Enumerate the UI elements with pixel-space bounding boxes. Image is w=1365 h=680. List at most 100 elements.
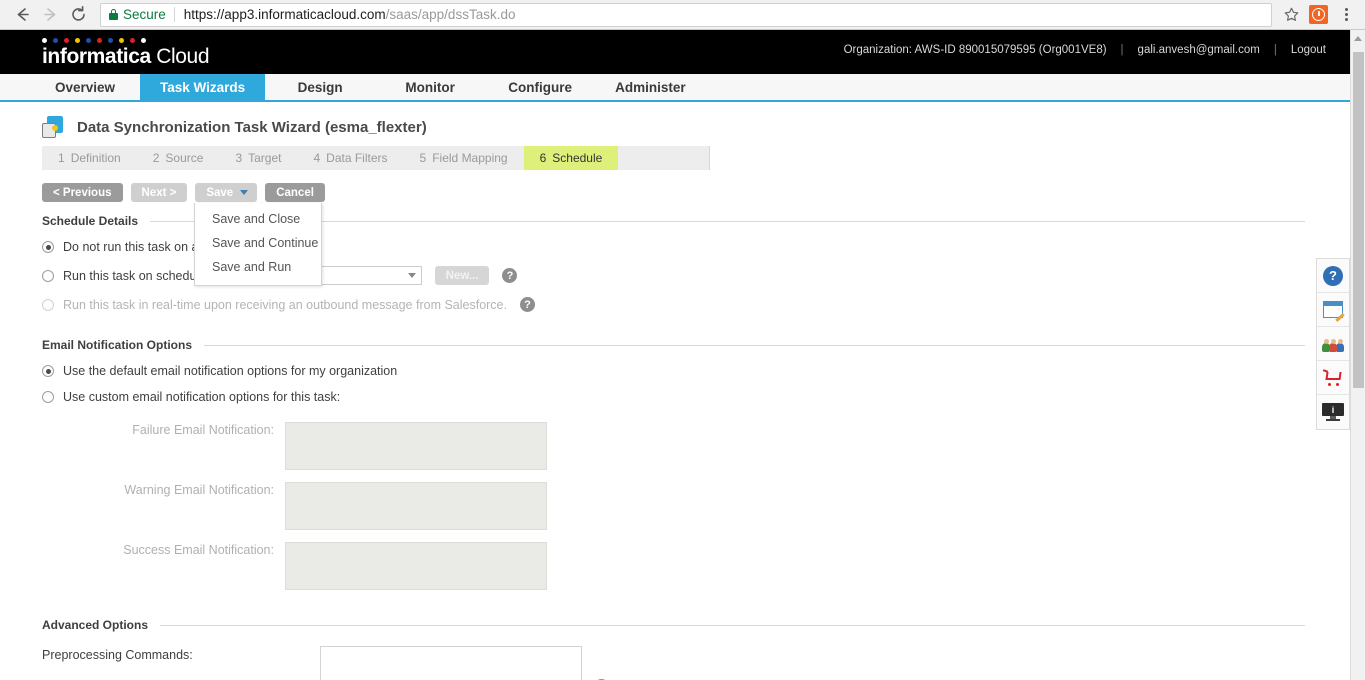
- step-number: 1: [58, 151, 65, 165]
- step-label: Data Filters: [326, 151, 388, 165]
- option-label: Run this task in real-time upon receivin…: [63, 297, 507, 312]
- option-default-email[interactable]: Use the default email notification optio…: [42, 364, 1350, 378]
- rail-item-marketplace[interactable]: [1317, 361, 1349, 395]
- rail-item-feedback[interactable]: [1317, 293, 1349, 327]
- step-label: Source: [165, 151, 204, 165]
- step-label: Target: [248, 151, 282, 165]
- help-icon: ?: [1323, 265, 1343, 286]
- monitor-screen-glyph: i: [1322, 403, 1344, 416]
- page-scrollbar[interactable]: [1350, 30, 1365, 680]
- star-icon[interactable]: [1278, 2, 1304, 28]
- step-target[interactable]: 3 Target: [219, 146, 297, 170]
- main-nav-tabs: Overview Task Wizards Design Monitor Con…: [0, 74, 1350, 102]
- advanced-options-heading: Advanced Options: [42, 618, 1305, 632]
- rail-item-community[interactable]: [1317, 327, 1349, 361]
- save-button[interactable]: Save: [195, 183, 258, 202]
- task-wizard-icon: [42, 116, 64, 138]
- help-icon[interactable]: ?: [502, 268, 518, 283]
- option-run-realtime: Run this task in real-time upon receivin…: [42, 297, 1350, 312]
- radio-custom-email[interactable]: [42, 391, 54, 403]
- failure-email-label: Failure Email Notification:: [132, 423, 274, 437]
- step-number: 2: [152, 151, 160, 165]
- section-divider: [204, 344, 1305, 346]
- option-label: Run this task on schedule:: [63, 268, 210, 283]
- step-schedule[interactable]: 6 Schedule: [523, 146, 619, 170]
- success-email-textarea: [285, 542, 547, 590]
- user-email-link[interactable]: gali.anvesh@gmail.com: [1138, 44, 1260, 56]
- header-separator-2: |: [1273, 44, 1277, 57]
- tab-configure[interactable]: Configure: [485, 74, 595, 100]
- side-tool-rail: ? i: [1316, 258, 1350, 430]
- chevron-down-icon: [407, 273, 416, 278]
- step-label: Field Mapping: [432, 151, 508, 165]
- step-label: Definition: [70, 151, 121, 165]
- step-source[interactable]: 2 Source: [137, 146, 220, 170]
- logo-sub: Cloud: [156, 44, 210, 68]
- radio-default-email[interactable]: [42, 365, 54, 377]
- section-title: Advanced Options: [42, 618, 149, 632]
- scrollbar-thumb[interactable]: [1353, 52, 1364, 388]
- rail-item-help[interactable]: ?: [1317, 259, 1349, 293]
- step-field-mapping[interactable]: 5 Field Mapping: [404, 146, 524, 170]
- option-label: Use custom email notification options fo…: [63, 390, 341, 404]
- step-label: Schedule: [552, 151, 603, 165]
- previous-button[interactable]: < Previous: [42, 183, 123, 202]
- radio-do-not-run[interactable]: [42, 241, 54, 253]
- url-host: https://app3.informaticacloud.com: [183, 7, 386, 22]
- wizard-button-row: < Previous Next > Save Cancel Save and C…: [42, 183, 1350, 286]
- address-bar[interactable]: Secure https://app3.informaticacloud.com…: [100, 2, 1272, 27]
- section-divider: [160, 624, 1305, 626]
- back-arrow-icon[interactable]: [8, 1, 36, 29]
- informatica-cloud-app: informatica Cloud Organization: AWS-ID 8…: [0, 30, 1350, 680]
- organization-label: Organization: AWS-ID 890015079595 (Org00…: [843, 44, 1107, 57]
- option-custom-email[interactable]: Use custom email notification options fo…: [42, 390, 1350, 404]
- email-options-heading: Email Notification Options: [42, 338, 1305, 352]
- step-definition[interactable]: 1 Definition: [42, 146, 137, 170]
- wizard-steps: 1 Definition 2 Source 3 Target 4 Data Fi…: [42, 146, 710, 170]
- header-separator-1: |: [1120, 44, 1124, 57]
- warning-email-row: Warning Email Notification:: [42, 482, 1350, 530]
- logo-dots: [42, 37, 209, 43]
- step-number: 4: [313, 151, 321, 165]
- tab-monitor[interactable]: Monitor: [375, 74, 485, 100]
- failure-email-row: Failure Email Notification:: [42, 422, 1350, 470]
- section-title: Email Notification Options: [42, 338, 193, 352]
- logo-main: informatica: [42, 44, 151, 68]
- section-divider: [150, 220, 1305, 222]
- warning-email-textarea: [285, 482, 547, 530]
- success-email-row: Success Email Notification:: [42, 542, 1350, 590]
- header-account-info: Organization: AWS-ID 890015079595 (Org00…: [844, 44, 1326, 56]
- preprocessing-commands-label: Preprocessing Commands:: [42, 648, 193, 662]
- menu-item-save-and-close[interactable]: Save and Close: [195, 207, 321, 231]
- step-data-filters[interactable]: 4 Data Filters: [297, 146, 403, 170]
- radio-run-on-schedule[interactable]: [42, 269, 54, 282]
- preprocessing-commands-textarea[interactable]: [320, 646, 582, 680]
- cancel-button[interactable]: Cancel: [265, 183, 325, 202]
- step-number: 6: [539, 151, 547, 165]
- menu-item-save-and-continue[interactable]: Save and Continue: [195, 231, 321, 255]
- lock-icon: [109, 9, 118, 20]
- tab-administer[interactable]: Administer: [595, 74, 706, 100]
- informatica-logo[interactable]: informatica Cloud: [42, 37, 210, 68]
- tab-task-wizards[interactable]: Task Wizards: [140, 74, 266, 100]
- tab-design[interactable]: Design: [265, 74, 375, 100]
- feedback-form-icon: [1323, 301, 1343, 318]
- scroll-up-arrow-icon[interactable]: [1351, 30, 1365, 46]
- support-monitor-icon: i: [1322, 403, 1344, 421]
- forward-arrow-icon: [36, 1, 64, 29]
- reload-icon[interactable]: [64, 1, 92, 29]
- option-label: Use the default email notification optio…: [63, 364, 398, 378]
- menu-item-save-and-run[interactable]: Save and Run: [195, 255, 321, 279]
- rail-item-support[interactable]: i: [1317, 395, 1349, 429]
- three-dot-menu-icon[interactable]: [1335, 8, 1357, 21]
- help-icon[interactable]: ?: [519, 297, 535, 312]
- url-path: /saas/app/dssTask.do: [385, 7, 516, 22]
- logout-link[interactable]: Logout: [1291, 44, 1326, 56]
- failure-email-textarea: [285, 422, 547, 470]
- marketplace-cart-icon: [1322, 369, 1344, 386]
- next-button: Next >: [130, 183, 188, 202]
- app-header: informatica Cloud Organization: AWS-ID 8…: [0, 30, 1350, 74]
- section-title: Schedule Details: [42, 214, 139, 228]
- tab-overview[interactable]: Overview: [30, 74, 140, 100]
- history-extension-icon[interactable]: [1309, 5, 1328, 24]
